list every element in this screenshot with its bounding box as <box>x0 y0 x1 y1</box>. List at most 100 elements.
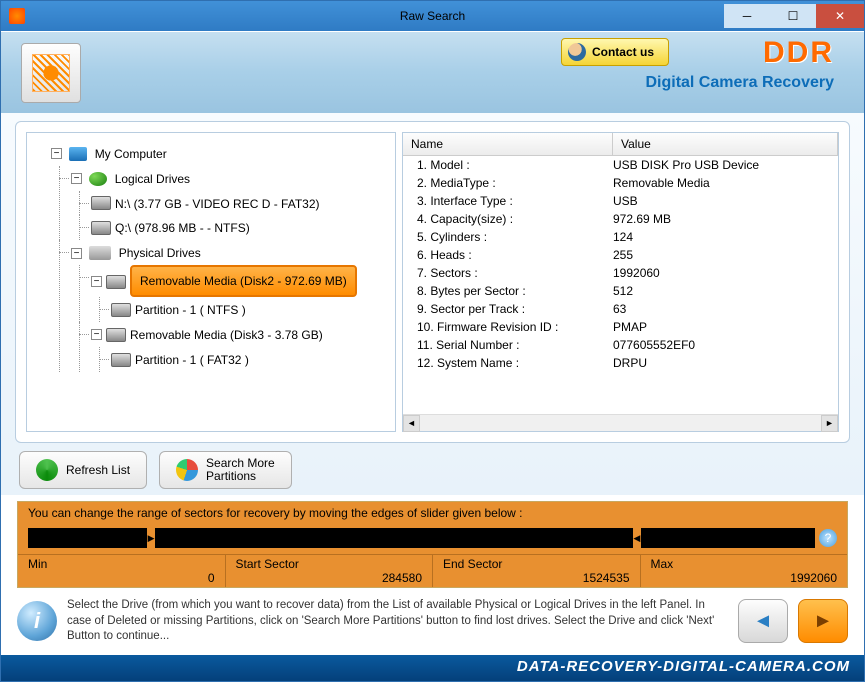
collapse-toggle[interactable]: − <box>71 173 82 184</box>
brand-logo: DDR <box>763 36 834 70</box>
refresh-label: Refresh List <box>66 463 130 477</box>
slider-start: Start Sector284580 <box>226 555 434 587</box>
drive-node[interactable]: Removable Media (Disk3 - 3.78 GB) <box>130 328 323 342</box>
partition-node[interactable]: Partition - 1 ( FAT32 ) <box>135 353 249 367</box>
drive-icon <box>91 196 111 210</box>
titlebar: Raw Search ─ ☐ ✕ <box>1 1 864 31</box>
slider-handle-end[interactable]: ◀ <box>632 528 642 548</box>
contact-us-button[interactable]: Contact us <box>561 38 669 66</box>
drive-node[interactable]: N:\ (3.77 GB - VIDEO REC D - FAT32) <box>115 196 320 210</box>
partition-icon <box>176 459 198 481</box>
partition-icon <box>111 353 131 367</box>
search-more-partitions-button[interactable]: Search More Partitions <box>159 451 292 489</box>
detail-row[interactable]: 6. Heads :255 <box>403 246 838 264</box>
refresh-icon <box>36 459 58 481</box>
info-icon: i <box>17 601 57 641</box>
partition-icon <box>111 303 131 317</box>
slider-track[interactable]: ▶ ◀ <box>28 528 815 548</box>
header-banner: Contact us DDR Digital Camera Recovery <box>1 31 864 113</box>
tree-root[interactable]: My Computer <box>95 147 167 161</box>
detail-value: 1992060 <box>613 266 838 280</box>
detail-value: USB <box>613 194 838 208</box>
detail-value: 124 <box>613 230 838 244</box>
close-button[interactable]: ✕ <box>816 4 864 28</box>
detail-name: 7. Sectors : <box>403 266 613 280</box>
collapse-toggle[interactable]: − <box>91 276 102 287</box>
slider-max: Max1992060 <box>641 555 848 587</box>
detail-row[interactable]: 4. Capacity(size) :972.69 MB <box>403 210 838 228</box>
detail-name: 11. Serial Number : <box>403 338 613 352</box>
details-rows[interactable]: 1. Model :USB DISK Pro USB Device2. Medi… <box>403 156 838 414</box>
collapse-toggle[interactable]: − <box>51 148 62 159</box>
detail-name: 10. Firmware Revision ID : <box>403 320 613 334</box>
brand-subtitle: Digital Camera Recovery <box>645 74 834 92</box>
detail-row[interactable]: 1. Model :USB DISK Pro USB Device <box>403 156 838 174</box>
column-value[interactable]: Value <box>613 133 838 155</box>
detail-value: 972.69 MB <box>613 212 838 226</box>
drive-node-selected[interactable]: Removable Media (Disk2 - 972.69 MB) <box>130 265 357 297</box>
detail-row[interactable]: 12. System Name :DRPU <box>403 354 838 372</box>
detail-name: 2. MediaType : <box>403 176 613 190</box>
slider-end: End Sector1524535 <box>433 555 641 587</box>
logical-drives-icon <box>89 172 107 186</box>
details-panel: Name Value 1. Model :USB DISK Pro USB De… <box>402 132 839 432</box>
minimize-button[interactable]: ─ <box>724 4 770 28</box>
app-logo <box>21 43 81 103</box>
drive-icon <box>91 221 111 235</box>
window-title: Raw Search <box>400 9 465 23</box>
detail-name: 1. Model : <box>403 158 613 172</box>
detail-row[interactable]: 10. Firmware Revision ID :PMAP <box>403 318 838 336</box>
disk-icon <box>106 275 126 289</box>
back-button[interactable]: ◄ <box>738 599 788 643</box>
sector-range-slider: You can change the range of sectors for … <box>17 501 848 588</box>
detail-row[interactable]: 5. Cylinders :124 <box>403 228 838 246</box>
disk-icon <box>106 328 126 342</box>
app-icon <box>9 8 25 24</box>
detail-name: 4. Capacity(size) : <box>403 212 613 226</box>
search-more-label: Search More Partitions <box>206 457 275 483</box>
detail-value: 63 <box>613 302 838 316</box>
detail-name: 3. Interface Type : <box>403 194 613 208</box>
person-icon <box>568 43 586 61</box>
partition-node[interactable]: Partition - 1 ( NTFS ) <box>135 303 246 317</box>
detail-row[interactable]: 2. MediaType :Removable Media <box>403 174 838 192</box>
detail-value: DRPU <box>613 356 838 370</box>
contact-label: Contact us <box>592 45 654 59</box>
help-icon[interactable]: ? <box>819 529 837 547</box>
slider-min: Min0 <box>18 555 226 587</box>
collapse-toggle[interactable]: − <box>71 248 82 259</box>
collapse-toggle[interactable]: − <box>91 329 102 340</box>
computer-icon <box>69 147 87 161</box>
detail-name: 5. Cylinders : <box>403 230 613 244</box>
maximize-button[interactable]: ☐ <box>770 4 816 28</box>
refresh-list-button[interactable]: Refresh List <box>19 451 147 489</box>
next-button[interactable]: ► <box>798 599 848 643</box>
logical-drives-node[interactable]: Logical Drives <box>115 172 190 186</box>
detail-row[interactable]: 8. Bytes per Sector :512 <box>403 282 838 300</box>
detail-name: 12. System Name : <box>403 356 613 370</box>
detail-value: 255 <box>613 248 838 262</box>
physical-drives-icon <box>89 246 111 260</box>
footer-url: DATA-RECOVERY-DIGITAL-CAMERA.COM <box>1 655 864 681</box>
detail-value: 077605552EF0 <box>613 338 838 352</box>
scroll-right-icon[interactable]: ► <box>821 415 838 432</box>
info-text: Select the Drive (from which you want to… <box>67 598 728 645</box>
detail-name: 6. Heads : <box>403 248 613 262</box>
detail-name: 9. Sector per Track : <box>403 302 613 316</box>
detail-name: 8. Bytes per Sector : <box>403 284 613 298</box>
scroll-left-icon[interactable]: ◄ <box>403 415 420 432</box>
detail-value: Removable Media <box>613 176 838 190</box>
column-name[interactable]: Name <box>403 133 613 155</box>
detail-row[interactable]: 9. Sector per Track :63 <box>403 300 838 318</box>
physical-drives-node[interactable]: Physical Drives <box>119 246 201 260</box>
drive-node[interactable]: Q:\ (978.96 MB - - NTFS) <box>115 221 250 235</box>
detail-value: USB DISK Pro USB Device <box>613 158 838 172</box>
detail-value: PMAP <box>613 320 838 334</box>
horizontal-scrollbar[interactable]: ◄ ► <box>403 414 838 431</box>
detail-row[interactable]: 7. Sectors :1992060 <box>403 264 838 282</box>
drive-tree[interactable]: − My Computer − Logical Drives N:\ (3.77… <box>26 132 396 432</box>
detail-row[interactable]: 11. Serial Number :077605552EF0 <box>403 336 838 354</box>
detail-value: 512 <box>613 284 838 298</box>
slider-handle-start[interactable]: ▶ <box>146 528 156 548</box>
detail-row[interactable]: 3. Interface Type :USB <box>403 192 838 210</box>
